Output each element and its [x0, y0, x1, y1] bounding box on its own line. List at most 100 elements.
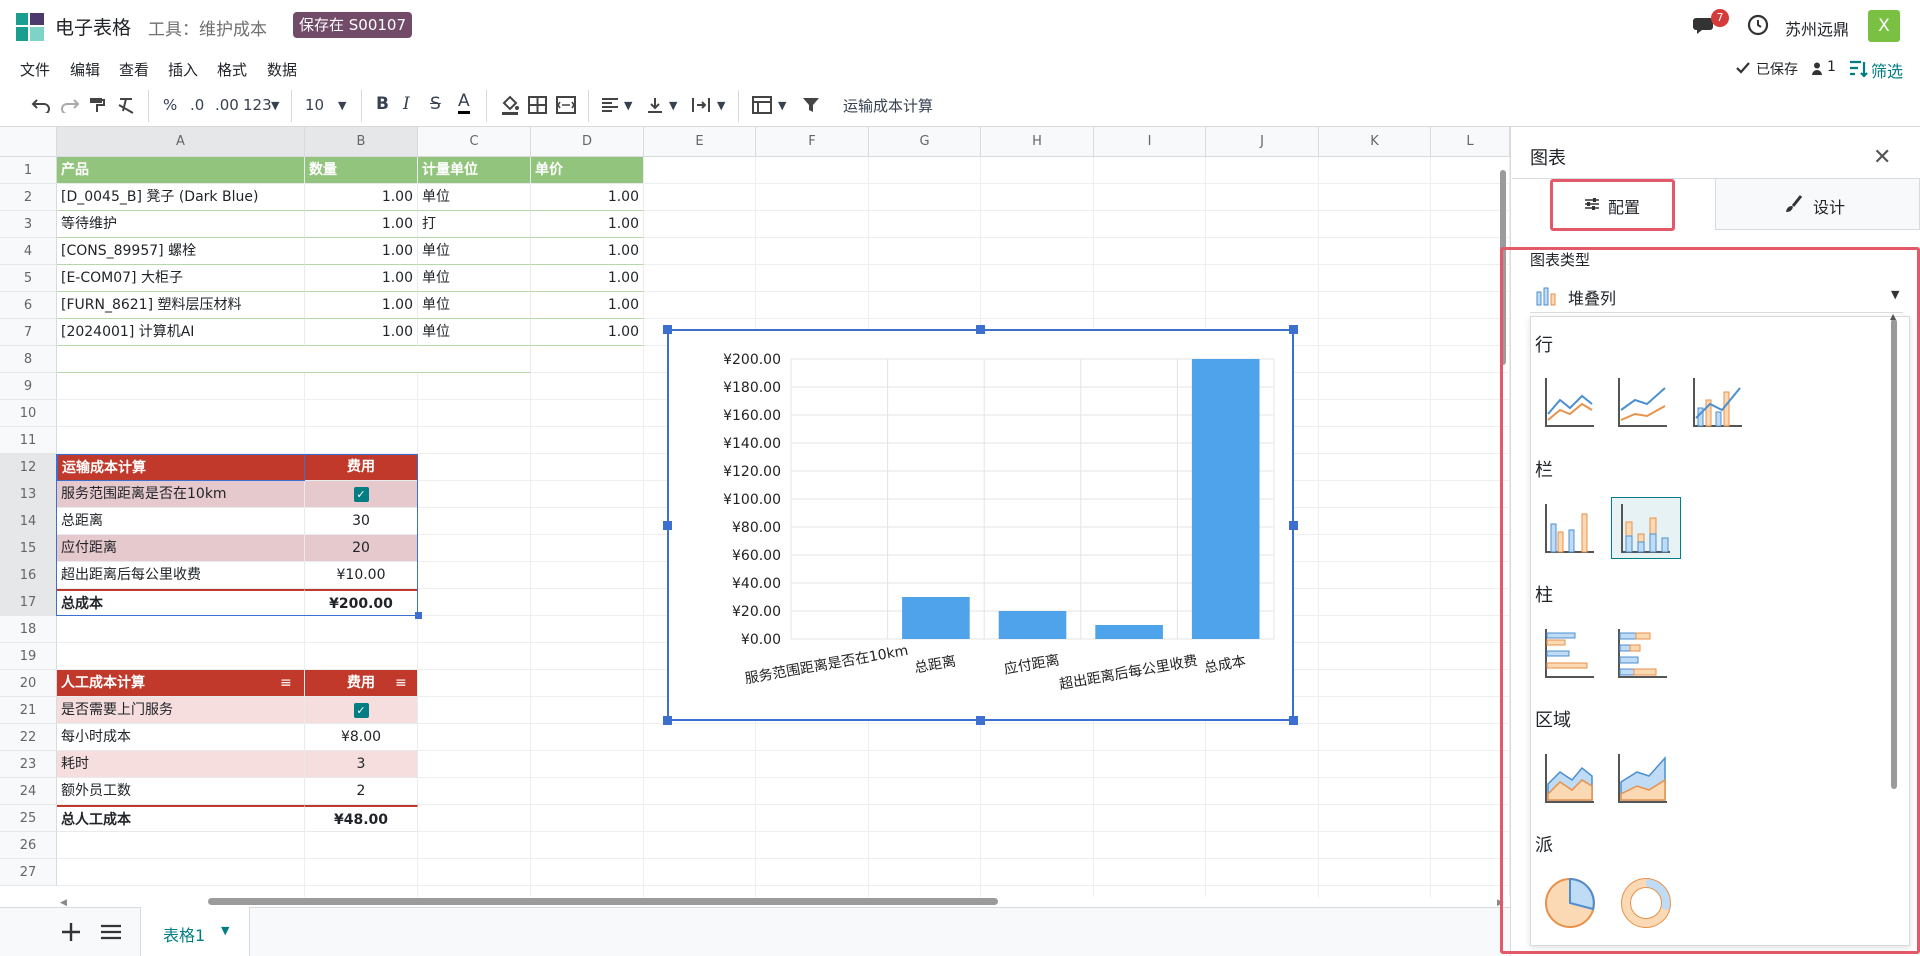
font-size-select[interactable]: 10 — [305, 96, 324, 114]
text-color-button[interactable]: A — [458, 91, 470, 114]
menu-insert[interactable]: 插入 — [168, 59, 198, 80]
table-cell[interactable]: 2 — [305, 778, 418, 805]
document-name[interactable]: 工具：维护成本 — [148, 15, 267, 40]
pie-chart-icon[interactable] — [1542, 875, 1598, 931]
table-header-cell[interactable]: 运输成本计算 — [57, 454, 305, 481]
table-cell[interactable]: 是否需要上门服务 — [57, 697, 305, 724]
row-header[interactable]: 23 — [0, 751, 57, 778]
chevron-down-icon[interactable]: ▼ — [1891, 288, 1899, 301]
filter-list-icon[interactable] — [1849, 60, 1869, 78]
column-header[interactable]: B — [305, 127, 418, 157]
column-header[interactable]: G — [869, 127, 981, 157]
row-header[interactable]: 12 — [0, 454, 57, 481]
app-title[interactable]: 电子表格 — [55, 13, 131, 40]
row-header[interactable]: 26 — [0, 832, 57, 859]
row-header[interactable]: 13 — [0, 481, 57, 508]
chart-resize-handle[interactable] — [976, 716, 985, 725]
table-cell[interactable]: [D_0045_B] 凳子 (Dark Blue) — [57, 184, 305, 211]
chevron-down-icon[interactable]: ▼ — [624, 99, 632, 112]
table-cell[interactable]: 1.00 — [305, 211, 418, 238]
fill-color-icon[interactable] — [500, 95, 520, 115]
insert-chart-icon[interactable] — [752, 96, 772, 114]
row-header[interactable]: 5 — [0, 265, 57, 292]
table-cell[interactable]: 1.00 — [305, 238, 418, 265]
percent-format-button[interactable]: % — [163, 96, 177, 114]
stacked-column-chart-icon[interactable] — [1618, 500, 1674, 556]
table-cell[interactable]: 3 — [305, 751, 418, 778]
table-cell[interactable]: [CONS_89957] 螺栓 — [57, 238, 305, 265]
row-header[interactable]: 3 — [0, 211, 57, 238]
select-all-corner[interactable] — [0, 127, 57, 157]
chart-type-value[interactable]: 堆叠列 — [1568, 285, 1616, 309]
table-cell[interactable]: 1.00 — [305, 292, 418, 319]
table-cell[interactable]: 1.00 — [305, 184, 418, 211]
table-cell[interactable]: 1.00 — [531, 184, 644, 211]
menu-format[interactable]: 格式 — [217, 59, 247, 80]
chevron-down-icon[interactable]: ▼ — [778, 99, 786, 112]
total-cell[interactable]: 总人工成本 — [57, 805, 305, 832]
add-sheet-icon[interactable] — [60, 921, 82, 943]
increase-decimal-button[interactable]: .00 — [215, 96, 239, 114]
chevron-down-icon[interactable]: ▼ — [717, 99, 725, 112]
chart-figure[interactable]: ¥0.00 ¥20.00 ¥40.00 ¥60.00 ¥80.00 ¥100.00 ¥120… — [667, 329, 1294, 721]
chart-resize-handle[interactable] — [1289, 520, 1298, 530]
table-cell[interactable]: 总距离 — [57, 508, 305, 535]
scroll-up-icon[interactable]: ▲ — [1890, 312, 1896, 321]
row-header[interactable]: 14 — [0, 508, 57, 535]
table-cell[interactable]: 单位 — [418, 184, 531, 211]
table-cell[interactable]: 打 — [418, 211, 531, 238]
column-header[interactable]: C — [418, 127, 531, 157]
table-header-cell[interactable]: 单价 — [531, 157, 644, 184]
table-cell[interactable]: 1.00 — [531, 238, 644, 265]
row-header[interactable]: 18 — [0, 616, 57, 643]
table-cell[interactable]: 1.00 — [531, 211, 644, 238]
row-header[interactable]: 25 — [0, 805, 57, 832]
align-left-icon[interactable] — [601, 96, 619, 114]
chart-resize-handle[interactable] — [1289, 716, 1298, 725]
checkbox-checked[interactable]: ✓ — [353, 486, 369, 502]
table-cell[interactable]: 每小时成本 — [57, 724, 305, 751]
horizontal-scrollbar[interactable] — [208, 898, 998, 905]
text-wrap-icon[interactable] — [691, 96, 711, 114]
stacked-area-chart-icon[interactable] — [1615, 750, 1671, 806]
bold-button[interactable]: B — [376, 94, 389, 114]
chart-resize-handle[interactable] — [663, 520, 672, 530]
row-header[interactable]: 21 — [0, 697, 57, 724]
total-cell[interactable]: ¥48.00 — [305, 805, 418, 832]
redo-icon[interactable] — [60, 97, 80, 113]
table-cell[interactable]: 1.00 — [305, 265, 418, 292]
row-header[interactable]: 15 — [0, 535, 57, 562]
close-icon[interactable]: ✕ — [1873, 145, 1891, 170]
row-header[interactable]: 27 — [0, 859, 57, 886]
table-cell[interactable]: [E-COM07] 大柜子 — [57, 265, 305, 292]
table-cell[interactable]: 20 — [305, 535, 418, 562]
column-header[interactable]: A — [57, 127, 305, 157]
area-chart-icon[interactable] — [1542, 750, 1598, 806]
filter-icon[interactable]: ≡ — [280, 676, 296, 690]
chevron-down-icon[interactable]: ▼ — [669, 99, 677, 112]
table-cell[interactable]: 额外员工数 — [57, 778, 305, 805]
merge-cells-icon[interactable] — [556, 96, 576, 114]
table-cell[interactable]: 1.00 — [531, 319, 644, 346]
column-header[interactable]: F — [756, 127, 869, 157]
number-format-button[interactable]: 123 — [243, 96, 272, 114]
total-cell[interactable]: 总成本 — [57, 589, 305, 616]
table-cell[interactable]: 1.00 — [531, 265, 644, 292]
column-header[interactable]: I — [1094, 127, 1206, 157]
clear-format-icon[interactable] — [117, 96, 135, 114]
table-cell[interactable]: 1.00 — [531, 292, 644, 319]
row-header[interactable]: 24 — [0, 778, 57, 805]
row-header[interactable]: 17 — [0, 589, 57, 616]
row-header[interactable]: 6 — [0, 292, 57, 319]
filter-icon[interactable] — [802, 96, 820, 114]
menu-file[interactable]: 文件 — [20, 59, 50, 80]
filter-icon[interactable]: ≡ — [395, 676, 411, 690]
chevron-down-icon[interactable]: ▼ — [221, 924, 229, 937]
menu-edit[interactable]: 编辑 — [70, 59, 100, 80]
column-header[interactable]: D — [531, 127, 644, 157]
horizontal-bar-chart-icon[interactable] — [1542, 625, 1598, 681]
checkbox-checked[interactable]: ✓ — [353, 702, 369, 718]
column-chart-icon[interactable] — [1542, 500, 1598, 556]
table-cell[interactable]: 1.00 — [305, 319, 418, 346]
row-header[interactable]: 1 — [0, 157, 57, 184]
